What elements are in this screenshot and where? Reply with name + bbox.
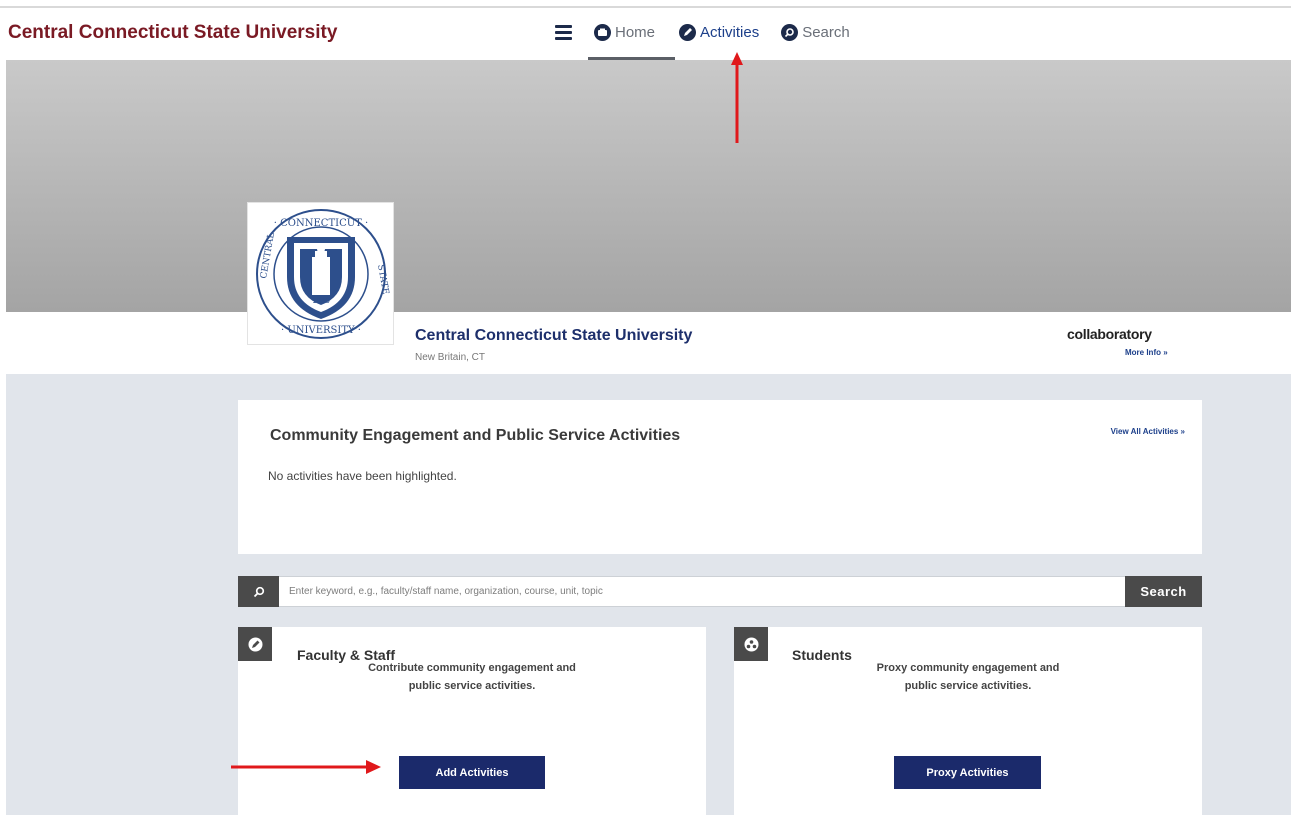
view-all-activities-link[interactable]: View All Activities »: [1111, 427, 1185, 436]
profile-banner: [6, 60, 1291, 312]
nav-home[interactable]: Home: [594, 23, 656, 41]
top-divider: [0, 6, 1291, 8]
menu-icon[interactable]: [555, 24, 572, 40]
search-bar: Search: [238, 576, 1202, 607]
nav-activities-label: Activities: [700, 23, 760, 41]
university-seal-logo: · CONNECTICUT · · UNIVERSITY · CENTRAL S…: [247, 202, 394, 345]
annotation-arrow-up: [731, 52, 743, 143]
students-card-description-line-2: public service activities.: [904, 680, 1032, 692]
search-icon: [781, 23, 799, 41]
annotation-arrow-right: [231, 760, 381, 774]
nav-activities[interactable]: Activities: [679, 23, 760, 41]
svg-text:· UNIVERSITY ·: · UNIVERSITY ·: [281, 325, 361, 336]
students-card: Students Proxy community engagement and …: [734, 627, 1202, 815]
pencil-icon: [238, 627, 272, 661]
svg-text:· CONNECTICUT ·: · CONNECTICUT ·: [273, 218, 367, 229]
search-input[interactable]: [279, 576, 1125, 607]
profile-location: New Britain, CT: [415, 352, 486, 363]
add-activities-button[interactable]: Add Activities: [399, 756, 545, 789]
faculty-staff-card: Faculty & Staff Contribute community eng…: [238, 627, 706, 815]
home-icon: [594, 23, 611, 41]
faculty-card-description-line-2: public service activities.: [408, 680, 536, 692]
collaboratory-logo: collaboratory: [1067, 326, 1152, 342]
people-icon: [734, 627, 768, 661]
svg-text:1849: 1849: [312, 297, 330, 305]
highlights-card: Community Engagement and Public Service …: [238, 400, 1202, 554]
search-bar-icon: [238, 576, 279, 607]
highlights-empty-message: No activities have been highlighted.: [268, 469, 457, 483]
brand-title[interactable]: Central Connecticut State University: [8, 22, 337, 44]
highlights-title: Community Engagement and Public Service …: [270, 427, 681, 444]
faculty-card-description-line-1: Contribute community engagement and: [368, 662, 576, 674]
main-nav: Home Activities Search: [555, 20, 850, 44]
activities-icon: [679, 23, 697, 41]
proxy-activities-button[interactable]: Proxy Activities: [894, 756, 1041, 789]
nav-home-label: Home: [615, 23, 656, 41]
more-info-link[interactable]: More Info »: [1125, 348, 1168, 357]
search-button[interactable]: Search: [1125, 576, 1202, 607]
profile-name: Central Connecticut State University: [415, 327, 693, 344]
nav-search-label: Search: [802, 23, 850, 41]
students-card-description-line-1: Proxy community engagement and: [876, 662, 1060, 674]
nav-search[interactable]: Search: [781, 23, 850, 41]
